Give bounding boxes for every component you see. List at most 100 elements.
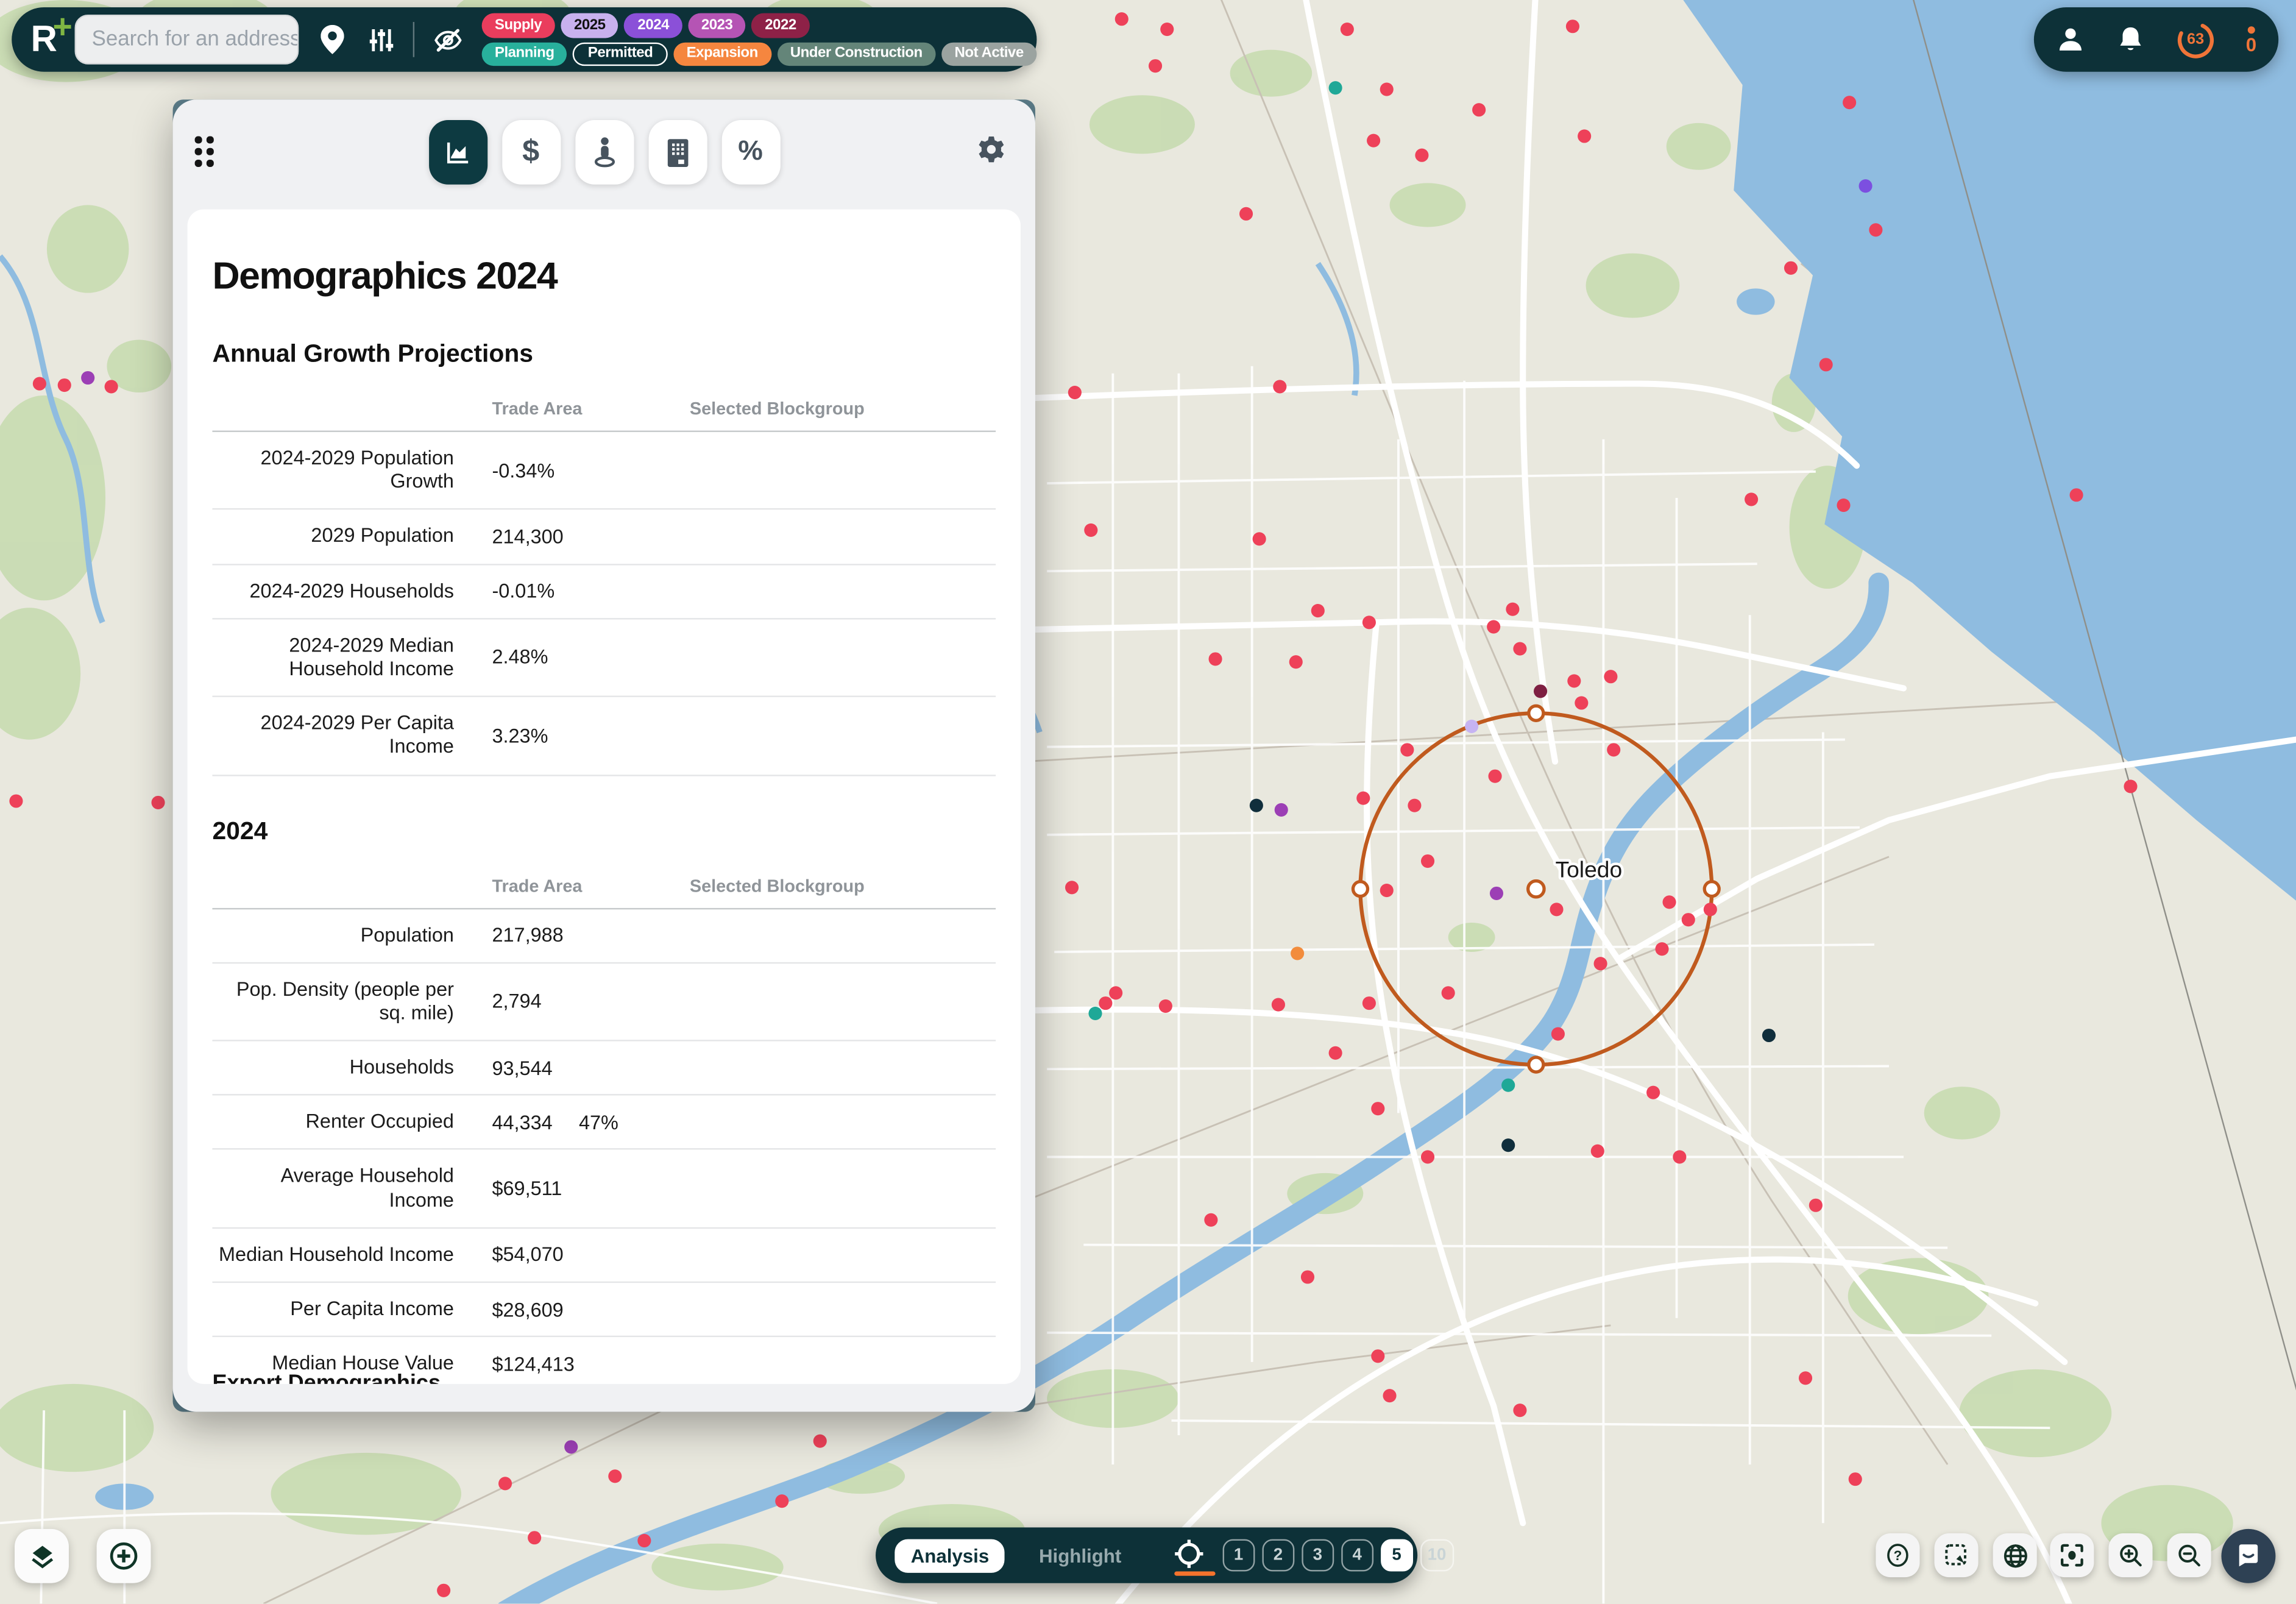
filter-pill-permitted[interactable]: Permitted bbox=[573, 41, 668, 66]
map-dot[interactable] bbox=[1371, 1102, 1384, 1115]
map-dot[interactable] bbox=[1465, 720, 1478, 733]
map-dot[interactable] bbox=[564, 1440, 578, 1453]
radius-count-5[interactable]: 5 bbox=[1381, 1539, 1413, 1572]
map-dot[interactable] bbox=[1109, 986, 1122, 999]
map-dot[interactable] bbox=[1646, 1086, 1660, 1099]
trade-area-handle[interactable] bbox=[1704, 882, 1719, 896]
map-dot[interactable] bbox=[1534, 684, 1547, 698]
map-dot[interactable] bbox=[1068, 386, 1082, 399]
map-dot[interactable] bbox=[1273, 380, 1286, 393]
map-dot[interactable] bbox=[1329, 81, 1342, 94]
map-dot[interactable] bbox=[1604, 670, 1617, 683]
tab-buildings[interactable] bbox=[648, 120, 706, 185]
map-dot[interactable] bbox=[1858, 179, 1872, 193]
map-dot[interactable] bbox=[1408, 799, 1421, 812]
map-dot[interactable] bbox=[1362, 616, 1376, 629]
map-dot[interactable] bbox=[1472, 103, 1486, 116]
map-dot[interactable] bbox=[1566, 20, 1579, 33]
map-dot[interactable] bbox=[1149, 59, 1162, 73]
map-dot[interactable] bbox=[1849, 1472, 1862, 1486]
map-dot[interactable] bbox=[1575, 696, 1588, 709]
map-dot[interactable] bbox=[1099, 996, 1112, 1010]
radius-count-3[interactable]: 3 bbox=[1302, 1539, 1334, 1572]
map-dot[interactable] bbox=[775, 1494, 788, 1508]
map-dot[interactable] bbox=[1400, 743, 1414, 756]
map-dot[interactable] bbox=[1591, 1144, 1604, 1158]
basemap-button[interactable] bbox=[1993, 1533, 2037, 1577]
map-dot[interactable] bbox=[1607, 743, 1620, 756]
map-dot[interactable] bbox=[1415, 149, 1428, 162]
filter-pill-planning[interactable]: Planning bbox=[481, 41, 567, 66]
search-bar[interactable] bbox=[74, 15, 299, 65]
map-dot[interactable] bbox=[1567, 674, 1581, 687]
filter-pill-2022[interactable]: 2022 bbox=[752, 13, 810, 38]
map-dot[interactable] bbox=[2070, 488, 2083, 502]
map-dot[interactable] bbox=[1819, 358, 1833, 371]
radius-count-1[interactable]: 1 bbox=[1222, 1539, 1255, 1572]
map-dot[interactable] bbox=[105, 380, 118, 393]
app-logo[interactable]: R + bbox=[30, 18, 66, 62]
tab-demographics-chart[interactable] bbox=[428, 120, 487, 185]
add-location-button[interactable] bbox=[97, 1529, 151, 1583]
notification-counter[interactable]: 0 bbox=[2246, 26, 2256, 54]
tab-percentages[interactable]: % bbox=[721, 120, 780, 185]
map-dot[interactable] bbox=[1421, 854, 1434, 868]
map-dot[interactable] bbox=[1489, 770, 1502, 783]
map-dot[interactable] bbox=[1311, 604, 1325, 617]
map-dot[interactable] bbox=[1250, 799, 1263, 812]
map-dot[interactable] bbox=[1341, 23, 1354, 36]
map-dot[interactable] bbox=[1551, 1027, 1565, 1041]
map-dot[interactable] bbox=[1673, 1150, 1686, 1163]
map-dot[interactable] bbox=[437, 1584, 450, 1597]
tab-income[interactable]: $ bbox=[501, 120, 560, 185]
map-dot[interactable] bbox=[528, 1531, 541, 1544]
map-dot[interactable] bbox=[1088, 1007, 1102, 1020]
filter-pill-not-active[interactable]: Not Active bbox=[941, 41, 1036, 66]
map-dot[interactable] bbox=[1490, 887, 1503, 900]
map-dot[interactable] bbox=[813, 1435, 827, 1448]
map-dot[interactable] bbox=[1442, 986, 1455, 999]
map-dot[interactable] bbox=[9, 794, 23, 807]
map-dot[interactable] bbox=[2124, 779, 2137, 793]
tab-population[interactable] bbox=[575, 120, 633, 185]
map-dot[interactable] bbox=[1204, 1213, 1217, 1227]
help-button[interactable]: ? bbox=[1876, 1533, 1919, 1577]
demographics-card[interactable]: Demographics 2024 Annual Growth Projecti… bbox=[188, 210, 1021, 1384]
trade-area-handle[interactable] bbox=[1529, 706, 1543, 720]
map-dot[interactable] bbox=[1682, 913, 1695, 926]
map-dot[interactable] bbox=[1843, 96, 1856, 109]
map-dot[interactable] bbox=[1655, 942, 1668, 956]
map-dot[interactable] bbox=[1704, 903, 1717, 916]
recenter-button[interactable] bbox=[2050, 1533, 2094, 1577]
map-dot[interactable] bbox=[608, 1469, 622, 1483]
map-dot[interactable] bbox=[1784, 261, 1798, 275]
map-dot[interactable] bbox=[1084, 523, 1097, 537]
filter-sliders-icon[interactable] bbox=[366, 25, 395, 54]
map-dot[interactable] bbox=[1160, 23, 1174, 36]
map-dot[interactable] bbox=[1362, 996, 1376, 1010]
map-dot[interactable] bbox=[1578, 129, 1591, 143]
mode-analysis[interactable]: Analysis bbox=[895, 1538, 1005, 1572]
filter-pill-supply[interactable]: Supply bbox=[481, 13, 555, 38]
location-pin-icon[interactable] bbox=[318, 25, 347, 54]
zoom-in-button[interactable] bbox=[2108, 1533, 2152, 1577]
trade-area-tool[interactable] bbox=[1172, 1530, 1205, 1580]
map-dot[interactable] bbox=[1809, 1199, 1823, 1212]
filter-pill-expansion[interactable]: Expansion bbox=[673, 41, 771, 66]
layers-button[interactable] bbox=[15, 1529, 69, 1583]
trade-area-handle[interactable] bbox=[1529, 1057, 1543, 1072]
map-dot[interactable] bbox=[1301, 1270, 1314, 1283]
map-dot[interactable] bbox=[1065, 881, 1079, 894]
map-dot[interactable] bbox=[1289, 655, 1303, 669]
map-dot[interactable] bbox=[1745, 492, 1758, 506]
map-dot[interactable] bbox=[1550, 903, 1563, 916]
map-dot[interactable] bbox=[1594, 957, 1607, 970]
notifications-bell-icon[interactable] bbox=[2116, 25, 2145, 54]
radius-count-10[interactable]: 10 bbox=[1420, 1539, 1454, 1572]
map-dot[interactable] bbox=[1506, 603, 1519, 616]
drag-handle[interactable] bbox=[195, 136, 213, 166]
map-dot[interactable] bbox=[1799, 1371, 1812, 1385]
map-dot[interactable] bbox=[1367, 134, 1380, 147]
map-dot[interactable] bbox=[1513, 1404, 1526, 1417]
map-dot[interactable] bbox=[1115, 12, 1129, 26]
